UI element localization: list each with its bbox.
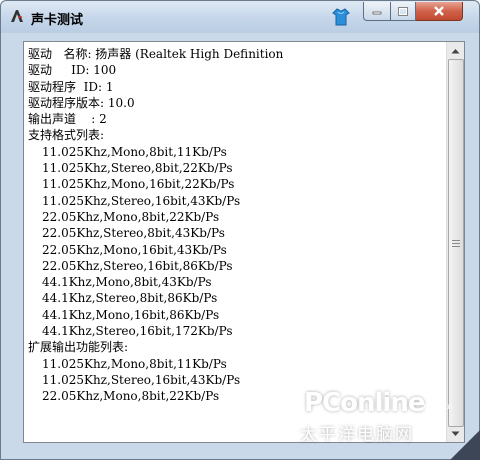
text-line: 11.025Khz,Mono,8bit,11Kb/Ps <box>42 356 227 371</box>
text-line: 44.1Khz,Stereo,8bit,86Kb/Ps <box>42 291 218 306</box>
text-line: 11.025Khz,Stereo,8bit,22Kb/Ps <box>42 161 233 176</box>
skin-shirt-icon[interactable] <box>331 7 351 27</box>
maximize-icon <box>398 6 408 16</box>
text-line: 11.025Khz,Stereo,16bit,43Kb/Ps <box>42 372 241 387</box>
text-line: 驱动 ID: 100 <box>28 63 117 78</box>
text-line: 22.05Khz,Stereo,8bit,43Kb/Ps <box>42 226 225 241</box>
grip-icon <box>452 238 460 249</box>
text-line: 扩展输出功能列表: <box>28 340 129 355</box>
info-text: 驱动 名称: 扬声器 (Realtek High Definition 驱动 ID… <box>28 46 438 405</box>
close-button[interactable] <box>416 2 463 21</box>
text-line: 输出声道 : 2 <box>28 112 107 127</box>
watermark-subtitle: 太平洋电脑网 <box>300 425 414 445</box>
text-line: 22.05Khz,Mono,16bit,43Kb/Ps <box>42 242 227 257</box>
window-controls <box>363 2 473 21</box>
window-title: 声卡测试 <box>31 13 84 28</box>
app-icon <box>11 10 23 22</box>
text-line: 11.025Khz,Stereo,16bit,43Kb/Ps <box>42 193 241 208</box>
scroll-up-button[interactable] <box>447 42 464 59</box>
text-line: 44.1Khz,Mono,16bit,86Kb/Ps <box>42 307 220 322</box>
text-line: 44.1Khz,Mono,8bit,43Kb/Ps <box>42 275 212 290</box>
arrow-up-icon <box>451 48 460 53</box>
text-line: 11.025Khz,Mono,8bit,11Kb/Ps <box>42 144 227 159</box>
watermark-domain: .com.cn <box>421 402 453 411</box>
text-line: 支持格式列表: <box>28 128 105 143</box>
text-line: 22.05Khz,Stereo,16bit,86Kb/Ps <box>42 258 233 273</box>
text-line: 驱动 名称: 扬声器 (Realtek High Definition <box>28 47 284 61</box>
minimize-icon <box>372 11 382 15</box>
text-line: 驱动程序版本: 10.0 <box>28 95 135 110</box>
minimize-button[interactable] <box>363 2 391 21</box>
info-textbox[interactable]: 驱动 名称: 扬声器 (Realtek High Definition 驱动 ID… <box>23 41 465 443</box>
page-corner-fold <box>450 430 480 460</box>
close-icon <box>434 6 444 16</box>
text-line: 22.05Khz,Mono,8bit,22Kb/Ps <box>42 209 220 224</box>
scroll-thumb[interactable] <box>448 59 464 427</box>
text-line: 驱动程序 ID: 1 <box>28 79 114 94</box>
watermark-brand: PConline <box>304 388 425 418</box>
maximize-button[interactable] <box>391 2 416 21</box>
text-line: 44.1Khz,Stereo,16bit,172Kb/Ps <box>42 324 233 339</box>
vertical-scrollbar[interactable] <box>446 42 464 442</box>
watermark-logo: PConline .com.cn 太平洋电脑网 <box>296 388 474 454</box>
text-line: 11.025Khz,Mono,16bit,22Kb/Ps <box>42 177 235 192</box>
title-bar[interactable]: 声卡测试 <box>1 1 479 33</box>
